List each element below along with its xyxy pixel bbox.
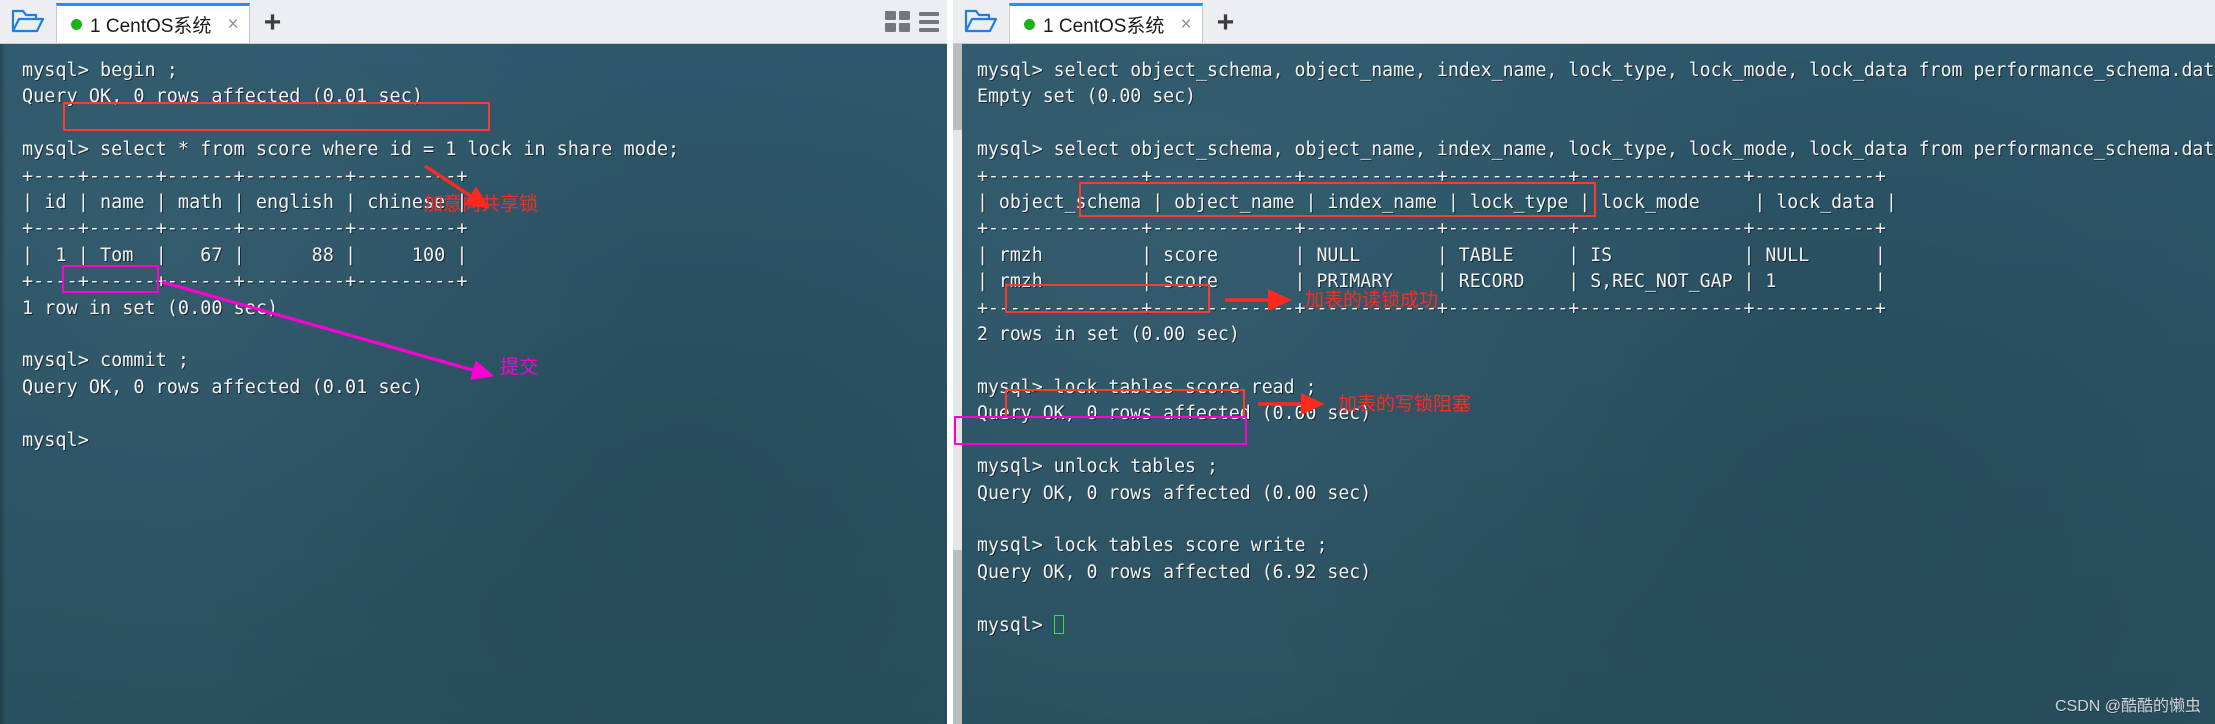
terminal-cursor — [1053, 614, 1064, 634]
left-view-buttons — [875, 0, 953, 43]
left-tab-bar: 1 CentOS系统 × + — [0, 0, 953, 44]
read-lock-success-note: 加表的读锁成功 — [1305, 290, 1439, 311]
right-tab-label: 1 CentOS系统 — [1043, 16, 1165, 37]
tab-status-dot — [71, 19, 82, 30]
right-terminal[interactable]: mysql> select object_schema, object_name… — [953, 44, 2215, 724]
list-view-icon[interactable] — [919, 11, 939, 32]
left-terminal-pane: 1 CentOS系统 × + mysql> begin ; Query OK, … — [0, 0, 953, 724]
left-new-tab-button[interactable]: + — [250, 3, 296, 43]
watermark: CSDN @酷酷的懒虫 — [2054, 698, 2201, 715]
folder-open-icon-right[interactable] — [953, 0, 1009, 43]
grid-view-icon[interactable] — [885, 11, 910, 32]
right-terminal-text: mysql> select object_schema, object_name… — [977, 60, 2215, 636]
right-new-tab-button[interactable]: + — [1203, 3, 1249, 43]
scrollbar-thumb — [953, 130, 962, 550]
share-lock-note: 加意向共享锁 — [424, 194, 539, 215]
left-tab-label: 1 CentOS系统 — [90, 16, 212, 37]
folder-open-icon[interactable] — [0, 0, 56, 43]
left-terminal-text: mysql> begin ; Query OK, 0 rows affected… — [22, 60, 680, 451]
tab-status-dot-right — [1024, 19, 1035, 30]
right-terminal-pane: 1 CentOS系统 × + mysql> select object_sche… — [953, 0, 2215, 724]
app-window: 1 CentOS系统 × + mysql> begin ; Query OK, … — [0, 0, 2215, 724]
right-tab-close-icon[interactable]: × — [1180, 15, 1191, 34]
commit-note: 提交 — [500, 357, 539, 378]
write-lock-block-note: 加表的写锁阻塞 — [1338, 394, 1472, 415]
left-tab-close-icon[interactable]: × — [227, 15, 238, 34]
left-terminal[interactable]: mysql> begin ; Query OK, 0 rows affected… — [0, 44, 953, 724]
right-terminal-scrollbar[interactable] — [953, 44, 962, 724]
right-tab-bar: 1 CentOS系统 × + — [953, 0, 2215, 44]
left-tab-centos[interactable]: 1 CentOS系统 × — [56, 3, 250, 43]
right-tab-centos[interactable]: 1 CentOS系统 × — [1009, 3, 1203, 43]
